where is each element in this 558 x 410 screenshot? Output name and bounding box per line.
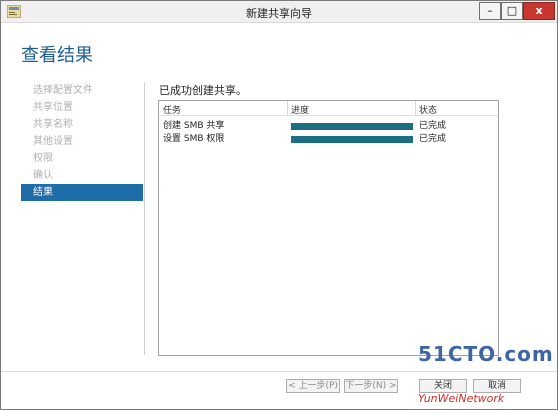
step-select-profile: 选择配置文件 xyxy=(33,85,93,96)
task-status: 已完成 xyxy=(419,134,447,144)
new-share-wizard-window: 新建共享向导 – □ x 查看结果 选择配置文件 共享位置 共享名称 其他设置 … xyxy=(0,0,558,410)
page-title: 查看结果 xyxy=(21,45,93,66)
step-share-location: 共享位置 xyxy=(33,102,73,113)
table-row[interactable]: 创建 SMB 共享 已完成 xyxy=(159,120,498,133)
wizard-steps-sidebar: 选择配置文件 共享位置 共享名称 其他设置 权限 确认 结果 xyxy=(21,82,143,201)
step-confirmation: 确认 xyxy=(33,170,53,181)
title-bar[interactable]: 新建共享向导 – □ x xyxy=(1,1,557,23)
watermark-subtext: YunWeiNetwork xyxy=(418,392,505,405)
step-results: 结果 xyxy=(21,184,143,201)
status-message: 已成功创建共享。 xyxy=(159,84,247,97)
next-button[interactable]: 下一步(N) > xyxy=(344,379,398,393)
column-header-task[interactable]: 任务 xyxy=(163,103,181,116)
site-watermark: 51CTO.com YunWeiNetwork xyxy=(418,342,553,407)
task-name: 设置 SMB 权限 xyxy=(163,134,225,144)
previous-button[interactable]: < 上一步(P) xyxy=(286,379,340,393)
step-other-settings: 其他设置 xyxy=(33,136,73,147)
window-title: 新建共享向导 xyxy=(246,7,312,20)
results-table[interactable]: 任务 进度 状态 创建 SMB 共享 已完成 设置 SMB 权限 已完成 xyxy=(158,100,499,356)
table-header: 任务 进度 状态 xyxy=(159,101,498,116)
column-divider xyxy=(287,101,288,116)
step-permissions: 权限 xyxy=(33,153,53,164)
progress-bar xyxy=(291,123,413,130)
watermark-logo-text: 51CTO.com xyxy=(418,342,554,366)
task-status: 已完成 xyxy=(419,121,447,131)
minimize-button[interactable]: – xyxy=(479,2,501,20)
sidebar-divider xyxy=(144,82,145,355)
step-share-name: 共享名称 xyxy=(33,119,73,130)
close-window-button[interactable]: x xyxy=(523,2,555,20)
task-name: 创建 SMB 共享 xyxy=(163,121,225,131)
table-row[interactable]: 设置 SMB 权限 已完成 xyxy=(159,133,498,146)
maximize-button[interactable]: □ xyxy=(501,2,523,20)
column-divider xyxy=(415,101,416,116)
progress-bar xyxy=(291,136,413,143)
column-header-status[interactable]: 状态 xyxy=(419,103,437,116)
column-header-progress[interactable]: 进度 xyxy=(291,103,309,116)
